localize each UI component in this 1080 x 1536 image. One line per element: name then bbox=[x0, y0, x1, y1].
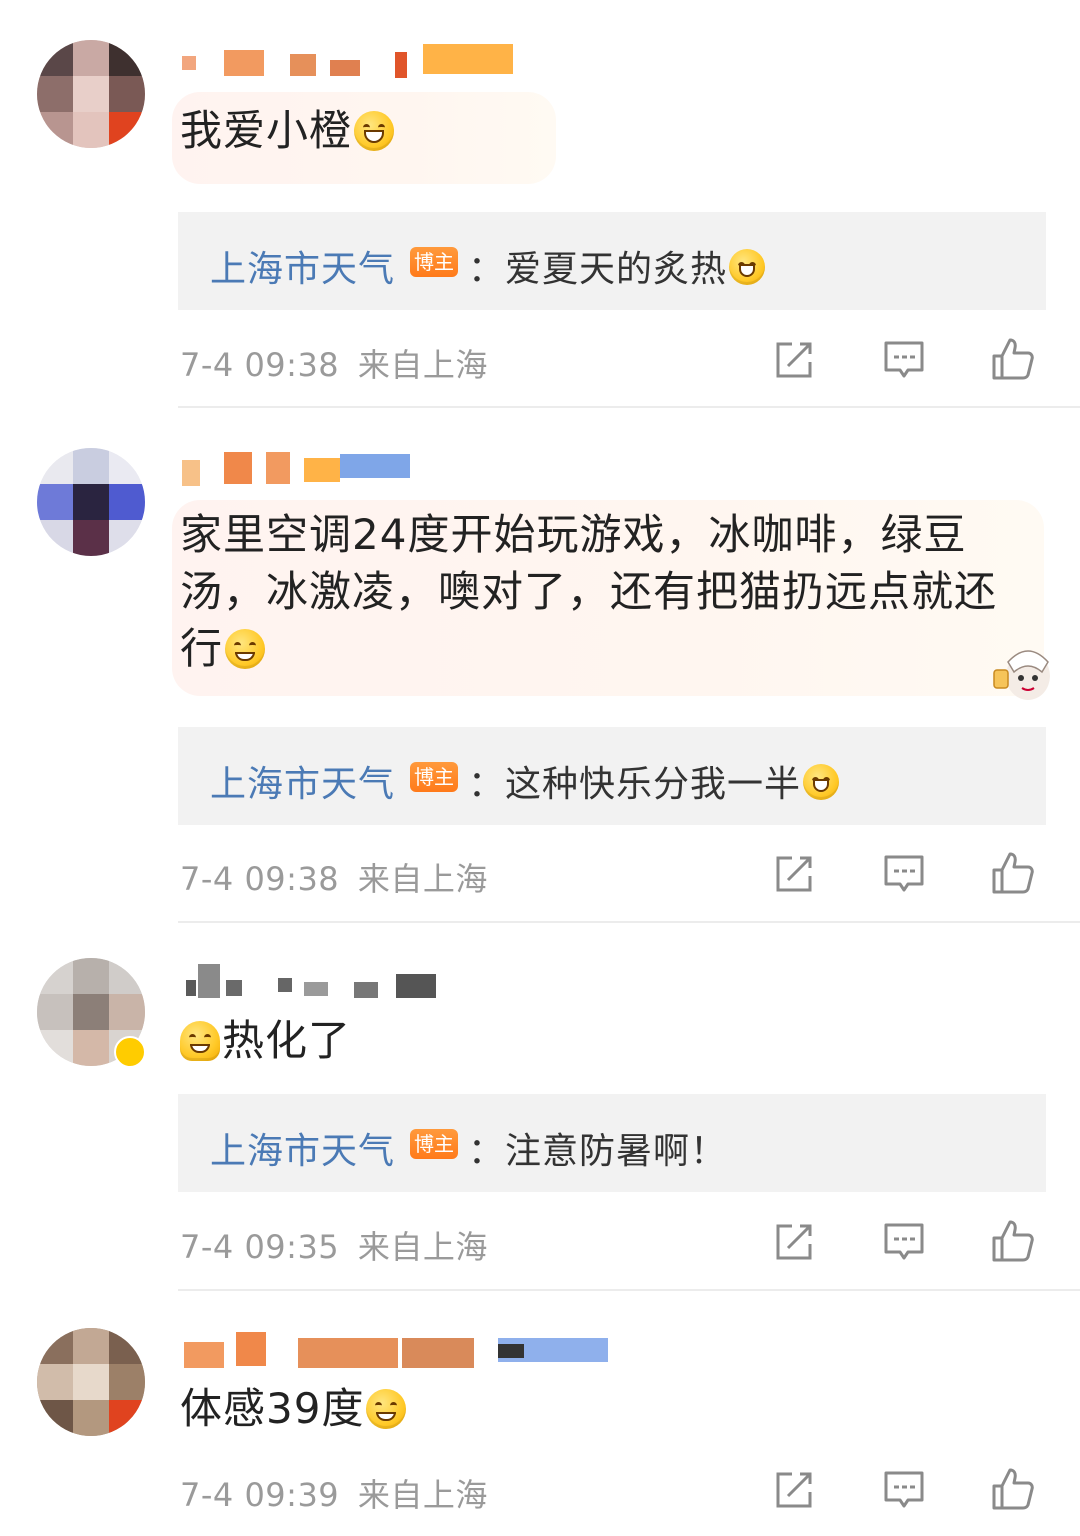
reply-text: ：爱夏天的炙热 bbox=[468, 240, 766, 292]
location: 来自上海 bbox=[357, 346, 488, 384]
reply-author-link[interactable]: 上海市天气 bbox=[210, 1122, 395, 1174]
laugh-emoji-icon bbox=[803, 764, 840, 800]
cartoon-sticker-icon bbox=[993, 650, 1050, 700]
comment-icon[interactable] bbox=[882, 852, 926, 896]
comment-text: 我爱小橙 bbox=[180, 102, 395, 159]
location: 来自上海 bbox=[357, 860, 488, 898]
nickname-blurred[interactable] bbox=[180, 42, 620, 82]
comment-meta: 7-4 09:38 来自上海 bbox=[180, 854, 488, 900]
reply-box[interactable]: 上海市天气 博主 ：这种快乐分我一半 bbox=[178, 727, 1046, 825]
nickname-blurred[interactable] bbox=[180, 448, 620, 488]
comment-text: 热化了 bbox=[180, 1012, 351, 1069]
comment-meta: 7-4 09:35 来自上海 bbox=[180, 1222, 488, 1268]
reply-author-link[interactable]: 上海市天气 bbox=[210, 755, 395, 807]
comment-meta: 7-4 09:39 来自上海 bbox=[180, 1470, 488, 1516]
nickname-blurred[interactable] bbox=[180, 1330, 620, 1370]
avatar[interactable] bbox=[37, 40, 145, 148]
avatar[interactable] bbox=[37, 448, 145, 556]
thumbs-up-icon[interactable] bbox=[990, 1218, 1034, 1262]
laugh-tears-emoji-icon bbox=[729, 249, 766, 285]
melting-emoji-icon bbox=[180, 1021, 220, 1061]
vip-badge-icon bbox=[114, 1036, 146, 1068]
comment-meta: 7-4 09:38 来自上海 bbox=[180, 340, 488, 386]
timestamp: 7-4 09:38 bbox=[180, 860, 340, 898]
reply-text: ：这种快乐分我一半 bbox=[468, 755, 840, 807]
comment-text: 家里空调24度开始玩游戏，冰咖啡，绿豆 汤，冰激凌，噢对了，还有把猫扔远点就还 … bbox=[180, 510, 998, 673]
comment-icon[interactable] bbox=[882, 338, 926, 382]
smirk-emoji-icon bbox=[225, 629, 266, 669]
thumbs-up-icon[interactable] bbox=[990, 1466, 1034, 1510]
timestamp: 7-4 09:39 bbox=[180, 1476, 340, 1514]
share-icon[interactable] bbox=[772, 852, 816, 896]
divider bbox=[178, 1289, 1080, 1291]
reply-box[interactable]: 上海市天气 博主 ：注意防暑啊！ bbox=[178, 1094, 1046, 1192]
blogger-badge: 博主 bbox=[410, 247, 458, 277]
timestamp: 7-4 09:35 bbox=[180, 1228, 340, 1266]
comment-icon[interactable] bbox=[882, 1220, 926, 1264]
comment-icon[interactable] bbox=[882, 1468, 926, 1512]
timestamp: 7-4 09:38 bbox=[180, 346, 340, 384]
share-icon[interactable] bbox=[772, 1468, 816, 1512]
blogger-badge: 博主 bbox=[410, 762, 458, 792]
location: 来自上海 bbox=[357, 1228, 488, 1266]
avatar[interactable] bbox=[37, 1328, 145, 1436]
share-icon[interactable] bbox=[772, 338, 816, 382]
share-icon[interactable] bbox=[772, 1220, 816, 1264]
reply-text: ：注意防暑啊！ bbox=[468, 1131, 728, 1172]
location: 来自上海 bbox=[357, 1476, 488, 1514]
reply-box[interactable]: 上海市天气 博主 ：爱夏天的炙热 bbox=[178, 212, 1046, 310]
thumbs-up-icon[interactable] bbox=[990, 850, 1034, 894]
divider bbox=[178, 921, 1080, 923]
thumbs-up-icon[interactable] bbox=[990, 336, 1034, 380]
blogger-badge: 博主 bbox=[410, 1129, 458, 1159]
nickname-blurred[interactable] bbox=[180, 960, 620, 1000]
comment-text: 体感39度 bbox=[180, 1380, 407, 1437]
reply-author-link[interactable]: 上海市天气 bbox=[210, 240, 395, 292]
grin-emoji-icon bbox=[354, 111, 395, 151]
divider bbox=[178, 406, 1080, 408]
dizzy-emoji-icon bbox=[366, 1389, 407, 1429]
comment-item: 我爱小橙 上海市天气 博主 ：爱夏天的炙热 7-4 09:38 来自上海 bbox=[0, 0, 1080, 410]
